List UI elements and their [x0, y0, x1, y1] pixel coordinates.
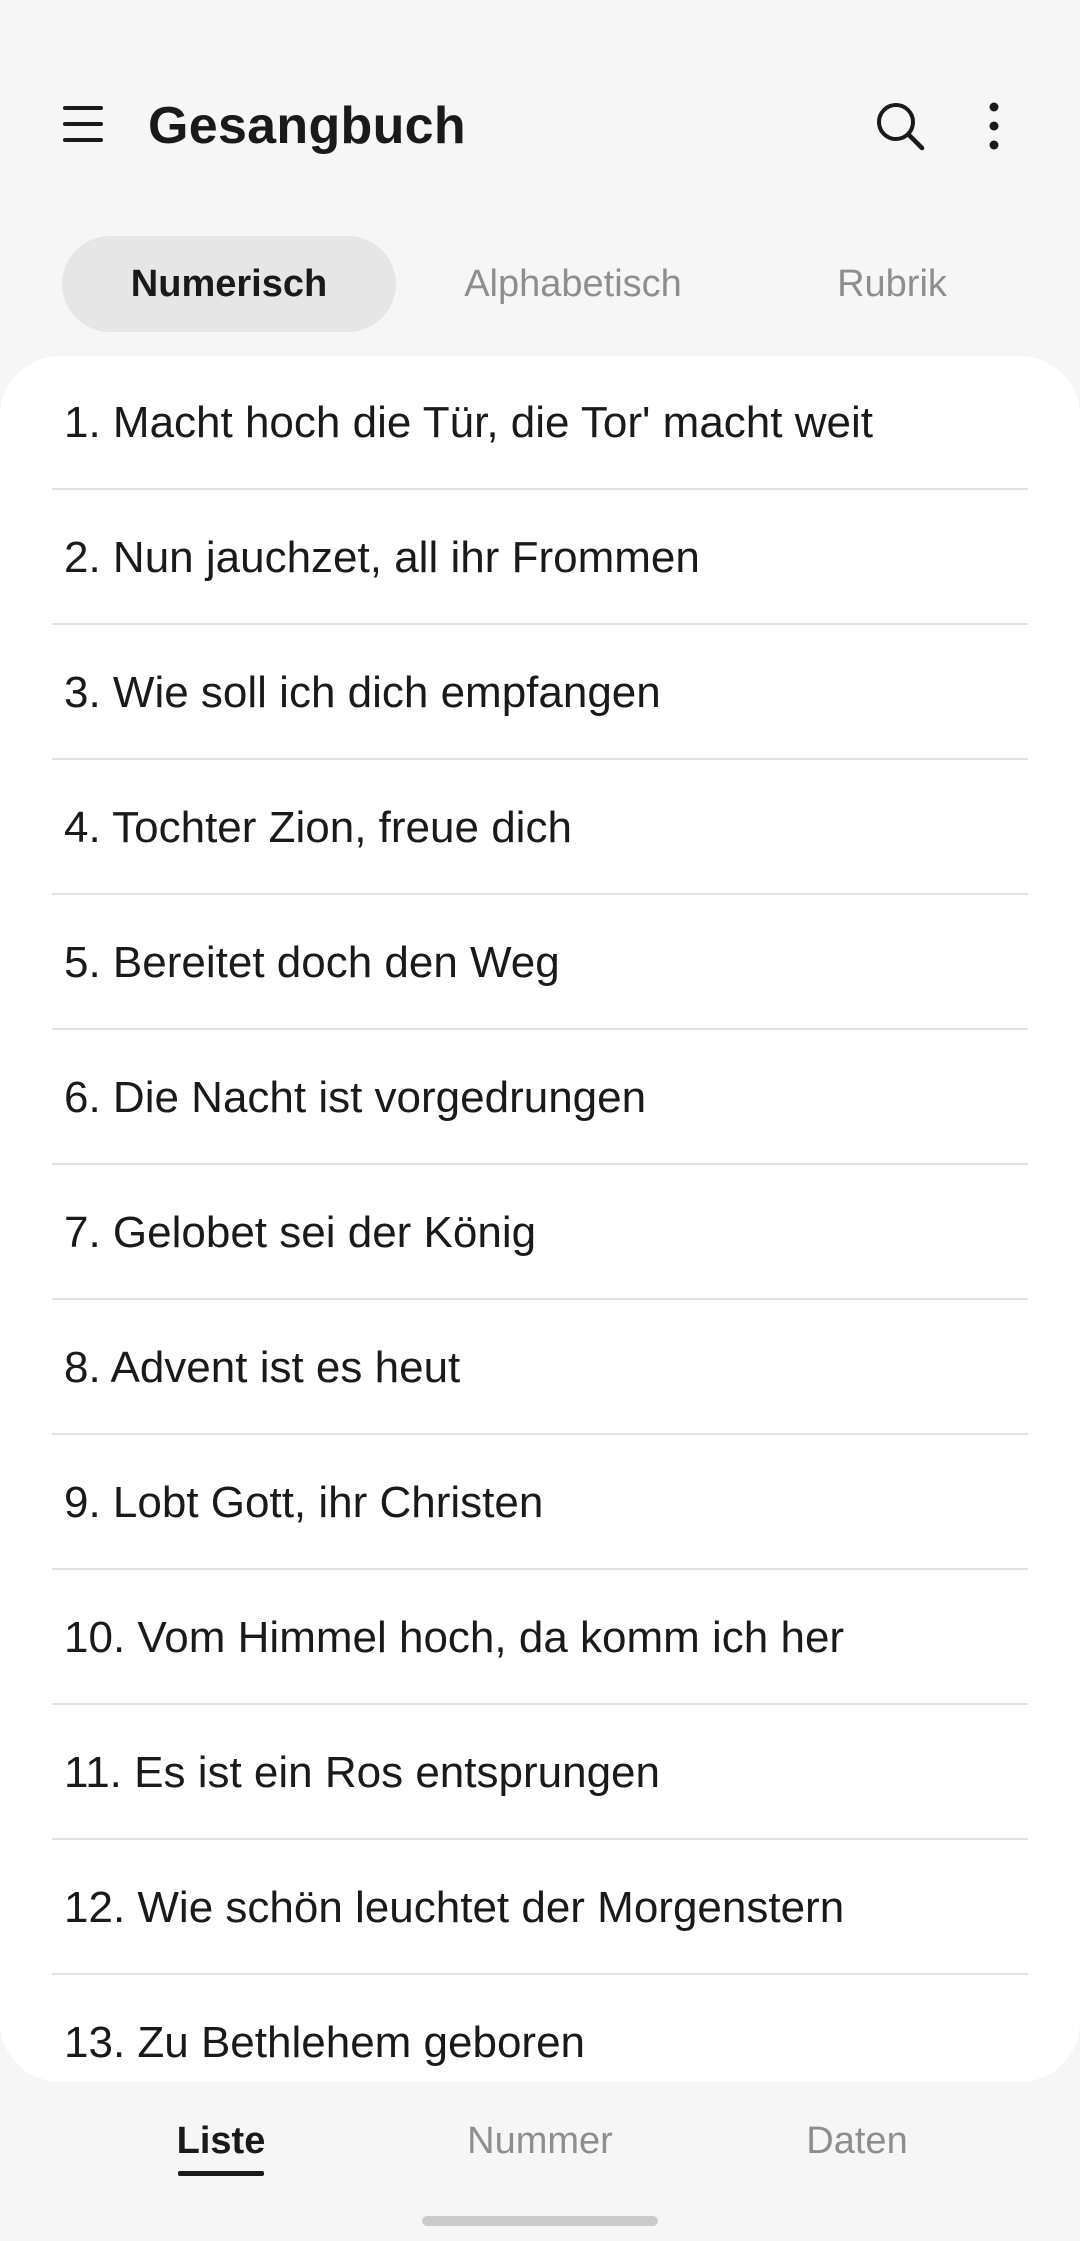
list-item[interactable]: 5. Bereitet doch den Weg — [52, 896, 1028, 1030]
divider — [52, 758, 1028, 760]
list-item[interactable]: 3. Wie soll ich dich empfangen — [52, 626, 1028, 760]
list-item[interactable]: 13. Zu Bethlehem geboren — [52, 1976, 1028, 2082]
home-indicator[interactable] — [422, 2216, 658, 2226]
nav-label: Liste — [176, 2120, 266, 2162]
song-title: 10. Vom Himmel hoch, da komm ich her — [64, 1613, 845, 1662]
divider — [52, 893, 1028, 895]
divider — [52, 488, 1028, 490]
list-item[interactable]: 9. Lobt Gott, ihr Christen — [52, 1436, 1028, 1570]
more-vertical-icon[interactable] — [966, 98, 1022, 154]
divider — [52, 1433, 1028, 1435]
song-title: 13. Zu Bethlehem geboren — [64, 2018, 586, 2067]
song-title: 5. Bereitet doch den Weg — [64, 938, 560, 987]
song-title: 9. Lobt Gott, ihr Christen — [64, 1478, 544, 1527]
song-title: 2. Nun jauchzet, all ihr Frommen — [64, 533, 700, 582]
song-title: 1. Macht hoch die Tür, die Tor' macht we… — [64, 398, 873, 447]
song-title: 4. Tochter Zion, freue dich — [64, 803, 572, 852]
divider — [52, 1703, 1028, 1705]
song-title: 12. Wie schön leuchtet der Morgenstern — [64, 1883, 845, 1932]
tab-numerisch[interactable]: Numerisch — [62, 236, 396, 332]
active-indicator — [178, 2171, 264, 2176]
divider — [52, 1163, 1028, 1165]
song-title: 7. Gelobet sei der König — [64, 1208, 537, 1257]
list-item[interactable]: 1. Macht hoch die Tür, die Tor' macht we… — [52, 356, 1028, 490]
nav-item-nummer[interactable]: Nummer — [380, 2120, 700, 2163]
list-item[interactable]: 12. Wie schön leuchtet der Morgenstern — [52, 1841, 1028, 1975]
divider — [52, 1028, 1028, 1030]
divider — [52, 1973, 1028, 1975]
song-title: 6. Die Nacht ist vorgedrungen — [64, 1073, 647, 1122]
sort-tabs: Numerisch Alphabetisch Rubrik — [62, 236, 1022, 332]
nav-label: Nummer — [467, 2120, 613, 2162]
list-item[interactable]: 11. Es ist ein Ros entsprungen — [52, 1706, 1028, 1840]
song-list: 1. Macht hoch die Tür, die Tor' macht we… — [0, 356, 1080, 2082]
search-icon[interactable] — [872, 98, 928, 154]
app-bar: Gesangbuch — [0, 0, 1080, 230]
nav-item-liste[interactable]: Liste — [61, 2120, 381, 2176]
song-title: 3. Wie soll ich dich empfangen — [64, 668, 661, 717]
list-item[interactable]: 8. Advent ist es heut — [52, 1301, 1028, 1435]
song-title: 11. Es ist ein Ros entsprungen — [64, 1748, 660, 1797]
divider — [52, 623, 1028, 625]
tab-rubrik[interactable]: Rubrik — [782, 236, 1002, 332]
list-item[interactable]: 2. Nun jauchzet, all ihr Frommen — [52, 491, 1028, 625]
divider — [52, 1298, 1028, 1300]
list-item[interactable]: 6. Die Nacht ist vorgedrungen — [52, 1031, 1028, 1165]
nav-label: Daten — [806, 2120, 908, 2162]
divider — [52, 1568, 1028, 1570]
divider — [52, 1838, 1028, 1840]
hamburger-menu-icon[interactable] — [60, 104, 104, 144]
list-item[interactable]: 4. Tochter Zion, freue dich — [52, 761, 1028, 895]
tab-alphabetisch[interactable]: Alphabetisch — [428, 236, 718, 332]
page-title: Gesangbuch — [148, 97, 466, 155]
list-item[interactable]: 7. Gelobet sei der König — [52, 1166, 1028, 1300]
nav-item-daten[interactable]: Daten — [697, 2120, 1017, 2163]
song-title: 8. Advent ist es heut — [64, 1343, 461, 1392]
list-item[interactable]: 10. Vom Himmel hoch, da komm ich her — [52, 1571, 1028, 1705]
